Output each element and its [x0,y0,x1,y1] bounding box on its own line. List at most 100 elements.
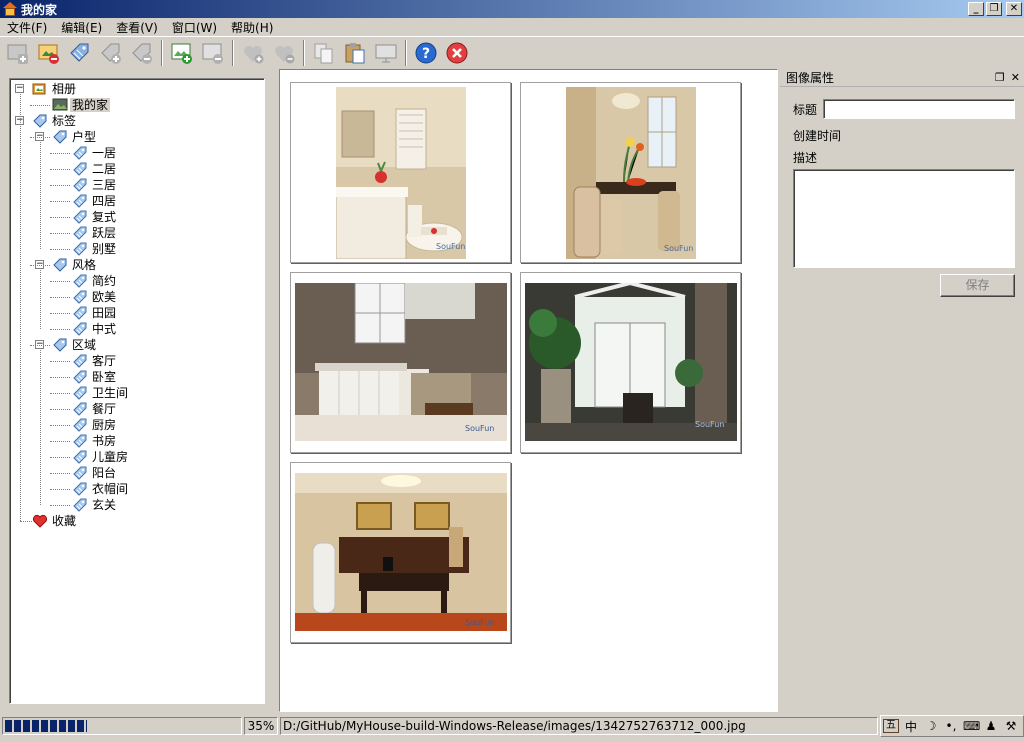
album-tree-panel: − 相册 我的家 − 标签 − 户型 一居 二居 三居 四居 复式 跃层 别墅 − 风格 简约 欧美 田园 中式 − 区域… [9,78,265,704]
help-icon: ? [415,42,437,63]
tree-node-tag[interactable]: 客厅 [10,353,264,369]
tree-node-tag[interactable]: 玄关 [10,497,264,513]
minimize-button[interactable]: _ [968,2,984,16]
tree-node-albums[interactable]: − 相册 [10,81,264,97]
help-button[interactable]: ? [412,39,440,67]
half-width-icon[interactable]: ☽ [923,719,939,733]
tree-node-label: 标签 [52,114,77,128]
remove-tag-button[interactable] [128,39,156,67]
album-icon [32,81,48,97]
settings-icon[interactable]: ⚒ [1003,719,1019,733]
add-image-icon [171,43,192,64]
tree-connector [50,281,70,282]
add-tag-button[interactable] [97,39,125,67]
menu-file[interactable]: 文件(F) [0,19,54,36]
tree-node-label: 儿童房 [92,450,129,464]
tag-icon [72,289,88,305]
tree-node-label: 客厅 [92,354,117,368]
menu-help[interactable]: 帮助(H) [224,19,280,36]
add-photo-button[interactable] [4,39,32,67]
close-panel-icon[interactable]: ✕ [1011,71,1020,84]
tree-connector [50,473,70,474]
house-icon [3,2,17,16]
toolbar-separator [303,39,305,66]
copy-button[interactable] [310,39,338,67]
float-panel-icon[interactable]: ❐ [995,71,1005,84]
punctuation-icon[interactable]: •, [943,719,959,733]
tag-icon [72,273,88,289]
restore-button[interactable]: ❐ [986,2,1002,16]
menu-window[interactable]: 窗口(W) [165,19,224,36]
tree-connector [50,233,70,234]
tree-connector [40,142,41,249]
photo-bathroom: SouFun [336,87,466,259]
tree-node-tag[interactable]: 中式 [10,321,264,337]
tree-node-tag[interactable]: 阳台 [10,465,264,481]
tree-node-tag[interactable]: 简约 [10,273,264,289]
tree-node-tags[interactable]: − 标签 [10,113,264,129]
tree-connector [50,185,70,186]
tag-button[interactable] [66,39,94,67]
tree-node-label: 复式 [92,210,117,224]
tree-node-tag[interactable]: 四居 [10,193,264,209]
add-tag-icon [101,43,121,64]
add-favorite-button[interactable] [239,39,267,67]
tree-node-label: 区域 [72,338,97,352]
tree-connector [50,169,70,170]
tree-node-tag[interactable]: 儿童房 [10,449,264,465]
photo-gallery: SouFun SouFun SouFun SouFun SouFun [279,69,778,712]
menu-edit[interactable]: 编辑(E) [54,19,109,36]
photo-thumbnail[interactable]: SouFun [290,272,511,453]
user-icon[interactable]: ♟ [983,719,999,733]
keyboard-icon[interactable]: ⌨ [963,719,980,733]
ime-toolbar[interactable]: 五 中 ☽ •, ⌨ ♟ ⚒ [880,715,1024,737]
ime-logo-icon[interactable]: 五 [883,719,899,733]
paste-button[interactable] [341,39,369,67]
menu-view[interactable]: 查看(V) [109,19,165,36]
watermark: SouFun [695,420,724,429]
photo-thumbnail[interactable]: SouFun [290,462,511,643]
tag-icon [72,433,88,449]
image-properties-panel: 图像属性 ❐ ✕ 标题 创建时间 描述 保存 [780,69,1024,712]
collapse-toggle[interactable]: − [15,84,24,93]
add-image-button[interactable] [168,39,196,67]
photo-dining-room: SouFun [566,87,696,259]
tree-node-tag[interactable]: 田园 [10,305,264,321]
tree-node-tag[interactable]: 别墅 [10,241,264,257]
close-button[interactable] [443,39,471,67]
tree-node-tag[interactable]: 欧美 [10,289,264,305]
toolbar: ? [0,36,1024,68]
remove-favorite-button[interactable] [270,39,298,67]
tag-icon [72,449,88,465]
slideshow-button[interactable] [372,39,400,67]
tag-icon [72,305,88,321]
remove-tag-icon [132,43,152,64]
tree-node-tag[interactable]: 卫生间 [10,385,264,401]
photo-thumbnail[interactable]: SouFun [290,82,511,263]
photo-kitchen: SouFun [295,283,507,441]
tree-node-label: 四居 [92,194,117,208]
save-button[interactable]: 保存 [940,274,1015,297]
photo-thumbnail[interactable]: SouFun [520,272,741,453]
tree-node-favorites[interactable]: 收藏 [10,513,264,529]
remove-image-button[interactable] [199,39,227,67]
ime-mode[interactable]: 中 [903,718,919,735]
tree-node-tag[interactable]: 餐厅 [10,401,264,417]
tree-node-tag[interactable]: 书房 [10,433,264,449]
tree-node-tag[interactable]: 复式 [10,209,264,225]
photo-thumbnail[interactable]: SouFun [520,82,741,263]
tree-node-tag[interactable]: 一居 [10,145,264,161]
tree-connector [50,489,70,490]
title-input[interactable] [823,99,1015,119]
slideshow-icon [375,44,397,62]
remove-photo-button[interactable] [35,39,63,67]
close-window-button[interactable]: ✕ [1006,2,1022,16]
tree-node-tag[interactable]: 跃层 [10,225,264,241]
tree-node-tag[interactable]: 三居 [10,177,264,193]
description-textarea[interactable] [793,169,1015,268]
tree-node-label: 玄关 [92,498,117,512]
tree-node-tag[interactable]: 卧室 [10,369,264,385]
tree-node-tag[interactable]: 二居 [10,161,264,177]
tree-node-tag[interactable]: 厨房 [10,417,264,433]
tree-node-tag[interactable]: 衣帽间 [10,481,264,497]
